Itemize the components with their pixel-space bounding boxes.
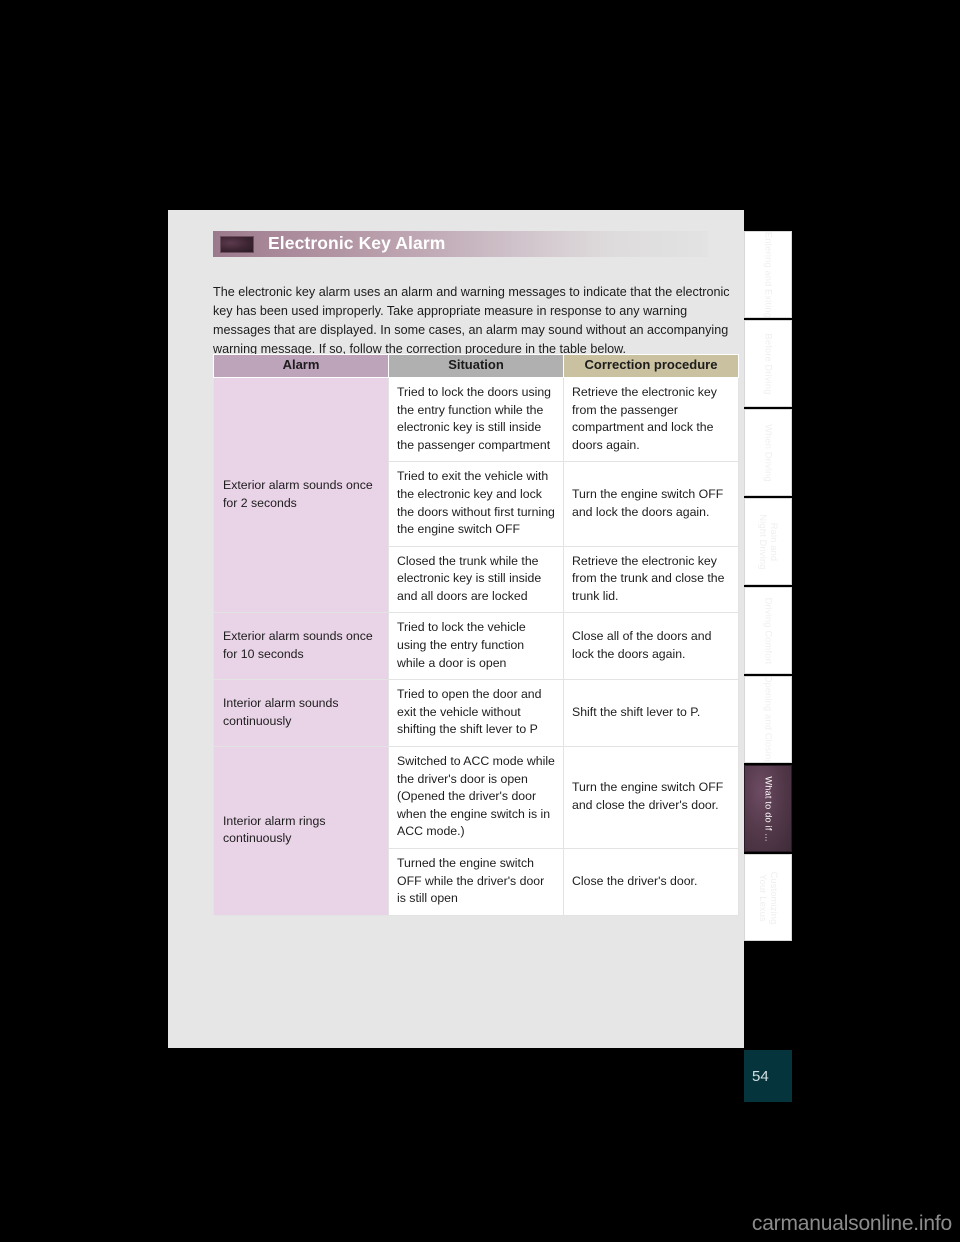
chapter-tab-label: Opening and Closing [763,676,774,763]
chapter-tab-2[interactable]: When Driving [744,409,792,496]
intro-paragraph: The electronic key alarm uses an alarm a… [213,284,730,357]
cell-situation: Tried to lock the vehicle using the entr… [388,612,564,681]
chapter-tab-6[interactable]: What to do if ... [744,765,792,852]
table-row: Interior alarm sounds continuously Tried … [213,679,739,748]
table-header-row: Alarm Situation Correction procedure [213,354,739,378]
table-body: Exterior alarm sounds once for 2 seconds… [213,376,739,916]
column-header-correction: Correction procedure [563,354,739,378]
page-number: 54 [744,1050,792,1102]
electronic-key-alarm-table: Alarm Situation Correction procedure Ext… [213,354,739,916]
chapter-tab-label: When Driving [763,423,774,482]
cell-correction: Retrieve the electronic key from the tru… [563,545,739,614]
site-watermark: carmanualsonline.info [751,1212,952,1235]
chapter-tab-label: Driving Comfort [763,597,774,664]
cell-correction: Close all of the doors and lock the door… [563,612,739,681]
cell-alarm: Exterior alarm sounds once for 10 second… [213,612,389,681]
cell-alarm: Interior alarm sounds continuously [213,679,389,748]
chapter-tab-0[interactable]: Entering and Exiting [744,231,792,318]
table-row: Interior alarm rings continuously Switche… [213,746,739,916]
cell-situation: Switched to ACC mode while the driver's … [388,746,564,849]
chapter-tab-label: Customizing Your Lexus [758,871,779,924]
cell-alarm: Exterior alarm sounds once for 2 seconds [213,376,389,614]
cell-alarm: Interior alarm rings continuously [213,746,389,916]
column-header-situation: Situation [388,354,564,378]
page-title: Electronic Key Alarm [268,233,446,254]
manual-page-sheet: Electronic Key Alarm The electronic key … [168,210,744,1048]
cell-correction: Retrieve the electronic key from the pas… [563,376,739,463]
chapter-tab-3[interactable]: Rain and Night Driving [744,498,792,585]
cell-situation: Turned the engine switch OFF while the d… [388,848,564,916]
cell-situation: Closed the trunk while the electronic ke… [388,545,564,614]
chapter-tab-label: Before Driving [763,332,774,395]
chapter-tab-7[interactable]: Customizing Your Lexus [744,854,792,941]
table-row: Exterior alarm sounds once for 2 seconds… [213,376,739,614]
chapter-tab-rail: Entering and Exiting Before Driving When D… [744,231,792,943]
cell-correction: Close the driver's door. [563,848,739,916]
table-row: Exterior alarm sounds once for 10 second… [213,612,739,681]
chapter-tab-label: Rain and Night Driving [758,513,779,570]
chapter-tab-4[interactable]: Driving Comfort [744,587,792,674]
chapter-tab-5[interactable]: Opening and Closing [744,676,792,763]
chapter-tab-label: What to do if ... [763,775,774,842]
cell-correction: Shift the shift lever to P. [563,679,739,748]
section-heading-bar: Electronic Key Alarm [213,231,708,257]
chapter-tab-1[interactable]: Before Driving [744,320,792,407]
cell-situation: Tried to open the door and exit the vehi… [388,679,564,748]
chapter-tab-label: Entering and Exiting [763,231,774,318]
cell-situation: Tried to exit the vehicle with the elect… [388,461,564,547]
cell-correction: Turn the engine switch OFF and close the… [563,746,739,849]
cell-situation: Tried to lock the doors using the entry … [388,376,564,463]
column-header-alarm: Alarm [213,354,389,378]
key-alarm-icon [220,235,254,253]
cell-correction: Turn the engine switch OFF and lock the … [563,461,739,547]
